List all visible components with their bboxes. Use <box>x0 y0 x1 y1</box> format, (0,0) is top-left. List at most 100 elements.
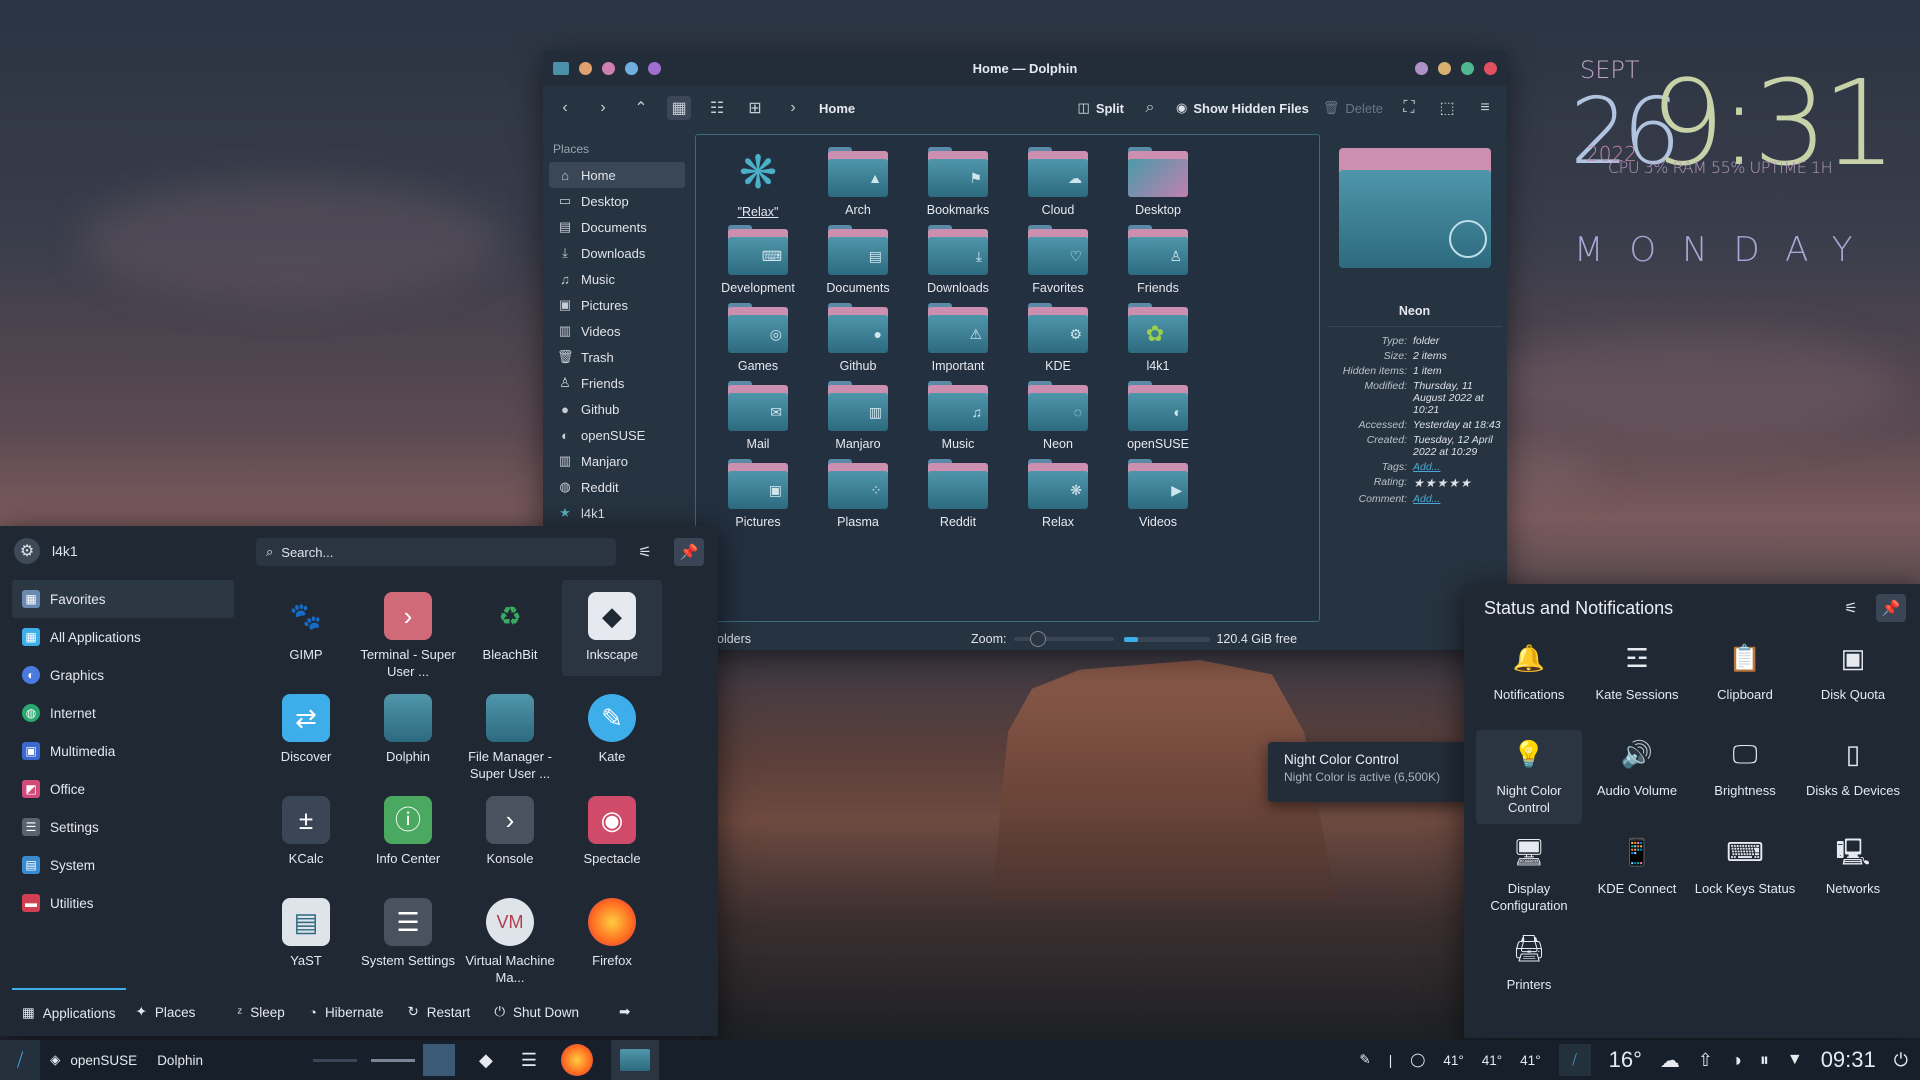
category-graphics[interactable]: ◐ Graphics <box>12 656 234 694</box>
update-icon[interactable]: ⇧ <box>1698 1050 1713 1071</box>
folder-desktop[interactable]: Desktop <box>1098 139 1218 217</box>
app-yast[interactable]: ▤ YaST <box>256 890 356 969</box>
zoom-slider[interactable] <box>1014 631 1115 647</box>
app-firefox[interactable]: Firefox <box>562 890 662 969</box>
titlebar[interactable]: Home — Dolphin <box>543 50 1507 86</box>
place-desktop[interactable]: ▭ Desktop <box>543 188 691 214</box>
details-view-icon[interactable]: ⊞ <box>743 96 767 120</box>
place-downloads[interactable]: ⤓ Downloads <box>543 240 691 266</box>
tab-applications[interactable]: ▦ Applications <box>12 988 126 1036</box>
rating-stars[interactable]: ★★★★★ <box>1413 476 1502 490</box>
category-multimedia[interactable]: ▣ Multimedia <box>12 732 234 770</box>
configure-icon[interactable]: ⚟ <box>1836 594 1866 622</box>
inkscape-task-icon[interactable]: ◆ <box>479 1050 493 1071</box>
dolphin-task-icon[interactable] <box>610 1040 659 1080</box>
configure-icon[interactable]: ⚟ <box>630 538 660 566</box>
search-icon[interactable]: ⌕ <box>1138 96 1162 120</box>
tile-printers[interactable]: 🖨 Printers <box>1476 924 1582 1018</box>
tags-add-link[interactable]: Add... <box>1413 461 1502 473</box>
tile-kde-connect[interactable]: 📱 KDE Connect <box>1584 828 1690 922</box>
breadcrumb-home[interactable]: Home <box>819 101 855 116</box>
split-button[interactable]: ◫ Split <box>1078 100 1124 116</box>
folder-friends[interactable]: ♙ Friends <box>1098 217 1218 295</box>
restart-button[interactable]: ↻ Restart <box>407 1004 470 1020</box>
delete-button[interactable]: 🗑 Delete <box>1323 100 1383 116</box>
kde-icon[interactable]: ⧸ <box>1558 1044 1591 1076</box>
tile-kate-sessions[interactable]: ☲ Kate Sessions <box>1584 634 1690 728</box>
tile-clipboard[interactable]: 📋 Clipboard <box>1692 634 1798 728</box>
folder-videos[interactable]: ▶ Videos <box>1098 451 1218 529</box>
firefox-task-icon[interactable] <box>560 1044 593 1076</box>
app-kate[interactable]: ✎ Kate <box>562 686 662 765</box>
app-spectacle[interactable]: ◉ Spectacle <box>562 788 662 867</box>
icons-view-icon[interactable]: ▦ <box>667 96 691 120</box>
pager-2[interactable] <box>370 1058 415 1062</box>
tile-brightness[interactable]: 🖵 Brightness <box>1692 730 1798 824</box>
pin-icon[interactable]: 📌 <box>1876 594 1906 622</box>
tile-display-configuration[interactable]: 🖥 Display Configuration <box>1476 828 1582 922</box>
clock-time-tray[interactable]: 09:31 <box>1821 1047 1876 1073</box>
fullscreen-icon[interactable]: ⛶ <box>1397 96 1421 120</box>
app-inkscape[interactable]: ◆ Inkscape <box>562 580 662 676</box>
task-dolphin[interactable]: Dolphin <box>157 1053 203 1068</box>
pager-3[interactable] <box>422 1044 455 1076</box>
comment-add-link[interactable]: Add... <box>1413 493 1502 505</box>
app-bleachbit[interactable]: ♻ BleachBit <box>460 584 560 663</box>
user-profile[interactable]: ⚙ l4k1 <box>0 538 244 564</box>
settings-task-icon[interactable]: ☰ <box>521 1050 537 1071</box>
circle-icon[interactable]: ◯ <box>1410 1052 1425 1068</box>
up-icon[interactable]: ⌃ <box>629 96 653 120</box>
maximize-button[interactable] <box>1461 61 1474 75</box>
power-icon[interactable]: ⏻ <box>1894 1050 1908 1071</box>
place-manjaro[interactable]: ▥ Manjaro <box>543 448 691 474</box>
compact-view-icon[interactable]: ☷ <box>705 96 729 120</box>
night-mode-icon[interactable]: ◑ <box>1731 1050 1742 1071</box>
category-office[interactable]: ◩ Office <box>12 770 234 808</box>
network-tray-icon[interactable]: ▼ <box>1787 1051 1803 1069</box>
tile-networks[interactable]: 🖳 Networks <box>1800 828 1906 922</box>
tile-disks-devices[interactable]: ▯ Disks & Devices <box>1800 730 1906 824</box>
place-home[interactable]: ⌂ Home <box>549 162 685 188</box>
place-documents[interactable]: ▤ Documents <box>543 214 691 240</box>
app-dolphin[interactable]: Dolphin <box>358 686 458 765</box>
tile-night-color[interactable]: 💡 Night Color Control <box>1476 730 1582 824</box>
app-discover[interactable]: ⇄ Discover <box>256 686 356 765</box>
app-terminal-su[interactable]: › Terminal - Super User ... <box>358 584 458 680</box>
place-reddit[interactable]: ◍ Reddit <box>543 474 691 500</box>
pause-icon[interactable]: ⏸ <box>1760 1050 1769 1071</box>
category-internet[interactable]: ◍ Internet <box>12 694 234 732</box>
leave-arrow-icon[interactable]: ➡ <box>619 1004 630 1020</box>
close-button[interactable] <box>1484 61 1497 75</box>
sleep-button[interactable]: ᶻ Sleep <box>237 1005 284 1020</box>
category-all-applications[interactable]: ▦ All Applications <box>12 618 234 656</box>
app-file-manager-su[interactable]: File Manager - Super User ... <box>460 686 560 782</box>
tab-places[interactable]: ✦ Places <box>126 988 206 1036</box>
place-opensuse[interactable]: ◐ openSUSE <box>543 422 691 448</box>
pin-icon[interactable]: 📌 <box>674 538 704 566</box>
place-pictures[interactable]: ▣ Pictures <box>543 292 691 318</box>
app-info-center[interactable]: ⓘ Info Center <box>358 788 458 867</box>
app-konsole[interactable]: › Konsole <box>460 788 560 867</box>
hamburger-menu-icon[interactable]: ≡ <box>1473 96 1497 120</box>
place-github[interactable]: ● Github <box>543 396 691 422</box>
place-friends[interactable]: ♙ Friends <box>543 370 691 396</box>
category-system[interactable]: ▤ System <box>12 846 234 884</box>
launcher-button[interactable]: ⧸ <box>0 1040 40 1080</box>
app-system-settings[interactable]: ☰ System Settings <box>358 890 458 969</box>
tile-audio-volume[interactable]: 🔊 Audio Volume <box>1584 730 1690 824</box>
pager-1[interactable] <box>312 1058 357 1062</box>
folder-opensuse[interactable]: ◐ openSUSE <box>1098 373 1218 451</box>
show-hidden-files-button[interactable]: ◉ Show Hidden Files <box>1176 100 1309 116</box>
place-trash[interactable]: 🗑 Trash <box>543 344 691 370</box>
forward-icon[interactable]: › <box>591 96 615 120</box>
tile-disk-quota[interactable]: ▣ Disk Quota <box>1800 634 1906 728</box>
category-utilities[interactable]: ▬ Utilities <box>12 884 234 922</box>
tile-lock-keys[interactable]: ⌨ Lock Keys Status <box>1692 828 1798 922</box>
task-opensuse[interactable]: ◈ openSUSE <box>50 1052 137 1068</box>
shade-button[interactable] <box>1415 61 1428 75</box>
shutdown-button[interactable]: ⏻ Shut Down <box>494 1004 579 1020</box>
minimize-button[interactable] <box>1438 61 1451 75</box>
folder-l4k1[interactable]: ✿ l4k1 <box>1098 295 1218 373</box>
category-settings[interactable]: ☰ Settings <box>12 808 234 846</box>
category-favorites[interactable]: ▦ Favorites <box>12 580 234 618</box>
